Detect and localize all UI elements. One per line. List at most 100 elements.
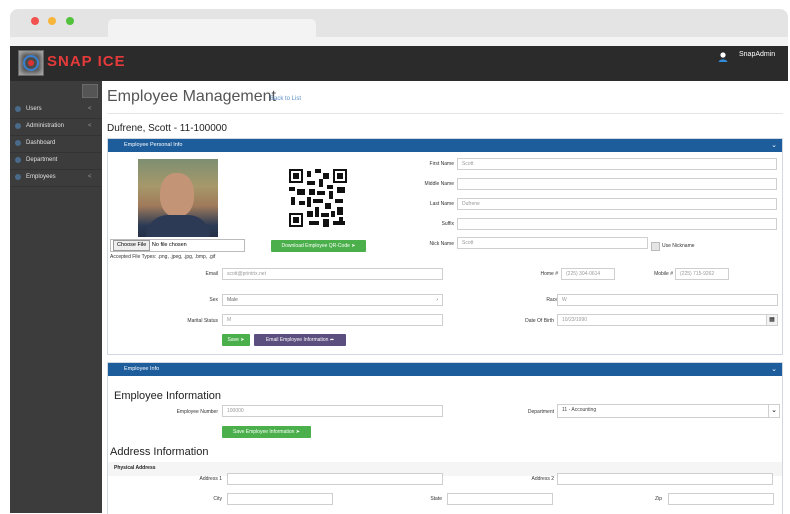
address2-label: Address 2 [531,476,554,482]
email-info-label: Email Employee Information [265,337,329,343]
sidebar-item-label: Administration [26,123,65,129]
sidebar-item-label: Users [26,106,42,112]
sidebar-item-administration[interactable]: Administration < [10,118,102,136]
email-employee-info-button[interactable]: Email Employee Information ➦ [254,334,346,346]
sidebar: Users < Administration < Dashboard Depar… [10,81,102,513]
home-phone-input[interactable]: (225) 304-0614 [561,268,615,280]
home-phone-label: Home # [540,271,558,277]
chevron-left-icon: < [88,123,92,129]
logo-icon [18,50,44,76]
middle-name-input[interactable] [457,178,777,190]
close-window-icon[interactable] [31,17,39,25]
panel-title: Employee Info [124,366,160,372]
panel-title: Employee Personal Info [124,142,183,148]
chevron-down-icon[interactable]: ⌄ [771,139,777,152]
city-input[interactable] [227,493,333,505]
use-nickname-checkbox[interactable] [651,242,660,251]
accepted-file-types: Accepted File Types: .png, .jpeg, .jpg, … [110,254,216,260]
back-to-list-link[interactable]: Back to List [270,96,301,102]
employee-number-label: Employee Number [176,409,218,415]
chevron-down-icon[interactable]: ⌄ [771,363,777,376]
chevron-down-icon: › [436,297,438,303]
share-icon: ➦ [329,337,335,343]
save-employee-info-button[interactable]: Save Employee Information ➤ [222,426,311,438]
department-value: 11 - Accounting [562,407,597,413]
browser-toolbar [10,37,788,46]
zip-input[interactable] [668,493,774,505]
dashboard-icon [15,140,21,146]
employee-photo [138,159,218,237]
sidebar-item-dashboard[interactable]: Dashboard [10,135,102,153]
address1-input[interactable] [227,473,443,485]
admin-icon [15,123,21,129]
arrow-circle-icon: ➤ [295,429,300,435]
personal-info-panel: Employee Personal Info ⌄ Choose File No … [107,138,783,355]
department-select[interactable]: 11 - Accounting [557,404,769,418]
download-qr-button[interactable]: Download Employee QR-Code ➤ [271,240,366,252]
suffix-input[interactable] [457,218,777,230]
arrow-circle-icon: ➤ [240,337,245,343]
employee-number-input[interactable]: 100000 [222,405,443,417]
user-avatar-icon[interactable] [716,50,730,64]
browser-chrome [10,9,788,46]
department-label: Department [527,409,554,415]
nick-name-input[interactable]: Scott [457,237,648,249]
sex-select[interactable]: Male › [222,294,443,306]
sidebar-item-label: Dashboard [26,140,56,146]
page-title: Employee Management [107,88,276,105]
first-name-label: First Name [429,161,454,167]
email-input[interactable]: scott@printrix.net [222,268,443,280]
employee-info-section-title: Employee Information [114,390,221,402]
middle-name-label: Middle Name [424,181,454,187]
marital-status-input[interactable]: M [222,314,443,326]
sex-label: Sex [209,297,218,303]
minimize-window-icon[interactable] [48,17,56,25]
personal-info-panel-header[interactable]: Employee Personal Info ⌄ [108,139,782,152]
save-label: Save [227,337,239,343]
logo-text: SNAP ICE [47,53,126,70]
state-input[interactable] [447,493,553,505]
date-of-birth-label: Date Of Birth [525,318,554,324]
users-icon [15,106,21,112]
sex-value: Male [227,297,238,303]
address1-label: Address 1 [199,476,222,482]
calendar-icon[interactable]: ▦ [766,314,778,326]
app-header: SNAP ICE SnapAdmin [10,46,788,81]
photo-file-input[interactable]: Choose File No file chosen [110,239,245,252]
department-icon [15,157,21,163]
choose-file-button[interactable]: Choose File [113,240,151,251]
sidebar-item-employees[interactable]: Employees < [10,169,102,187]
download-qr-label: Download Employee QR-Code [281,243,350,249]
address2-input[interactable] [557,473,773,485]
employee-info-panel-header[interactable]: Employee Info ⌄ [108,363,782,376]
use-nickname-label: Use Nickname [662,243,695,249]
sidebar-item-users[interactable]: Users < [10,101,102,119]
chevron-left-icon: < [88,174,92,180]
email-label: Email [205,271,218,277]
first-name-input[interactable]: Scott [457,158,777,170]
employees-icon [15,174,21,180]
mobile-phone-label: Mobile # [654,271,673,277]
race-label: Race [546,297,558,303]
last-name-input[interactable]: Dufrene [457,198,777,210]
zip-label: Zip [655,496,662,502]
mobile-phone-input[interactable]: (225) 715-9262 [675,268,729,280]
user-name[interactable]: SnapAdmin [739,51,775,58]
arrow-circle-icon: ➤ [351,243,356,249]
save-button[interactable]: Save ➤ [222,334,250,346]
date-of-birth-input[interactable]: 10/23/1990 [557,314,767,326]
sidebar-item-label: Department [26,157,58,163]
nick-name-label: Nick Name [429,241,454,247]
chevron-down-icon[interactable]: ⌄ [768,404,780,418]
last-name-label: Last Name [429,201,454,207]
state-label: State [430,496,442,502]
suffix-label: Suffix [441,221,454,227]
physical-address-label: Physical Address [114,465,156,471]
chevron-left-icon: < [88,106,92,112]
qr-code [289,169,347,227]
sidebar-item-label: Employees [26,174,56,180]
sidebar-item-department[interactable]: Department [10,152,102,170]
race-input[interactable]: W [557,294,778,306]
maximize-window-icon[interactable] [66,17,74,25]
sidebar-toggle-icon[interactable] [82,84,98,98]
